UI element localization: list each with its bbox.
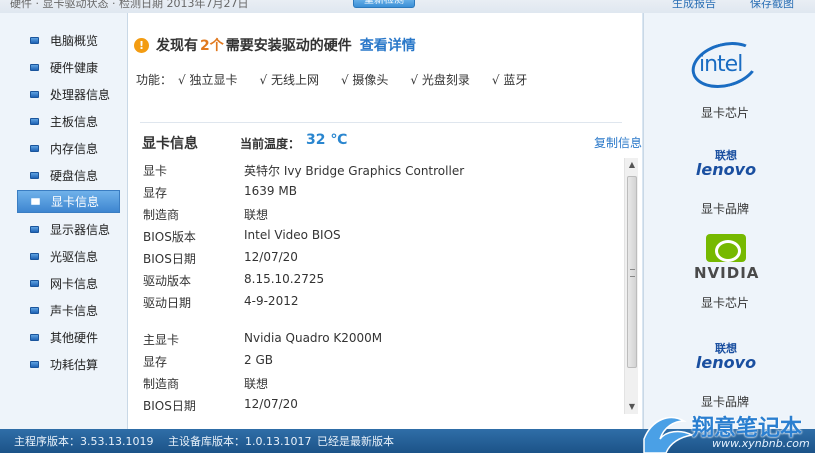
program-version: 主程序版本：3.53.13.1019 — [14, 435, 154, 448]
sidebar-item-gpu[interactable]: 显卡信息 — [17, 190, 120, 213]
nvidia-eye-icon — [706, 234, 746, 262]
bullet-icon — [30, 37, 39, 44]
lenovo-logo: 联想 lenovo — [695, 149, 757, 179]
table-row: 驱动版本 8.15.10.2725 — [143, 272, 325, 288]
sidebar-item-other[interactable]: 其他硬件 — [17, 326, 120, 349]
gpu-card-header: 显卡信息 当前温度： 32 ℃ 复制信息 — [142, 131, 642, 153]
gpu-info-list: 显卡 英特尔 Ivy Bridge Graphics Controller 显存 1… — [140, 156, 625, 416]
recheck-button[interactable]: 重新检测 — [353, 0, 415, 8]
sidebar-item-optical[interactable]: 光驱信息 — [17, 245, 120, 268]
info-scrollbar[interactable]: ▲ ▼ — [624, 158, 638, 414]
table-row: 制造商 联想 — [143, 377, 269, 391]
bullet-icon — [30, 118, 39, 125]
nvidia-logo: NVIDIA — [694, 264, 760, 282]
scroll-down-icon[interactable]: ▼ — [625, 400, 639, 414]
sidebar-item-cpu[interactable]: 处理器信息 — [17, 83, 120, 106]
bullet-icon — [30, 253, 39, 260]
table-row: 显存 2 GB — [143, 353, 273, 369]
grip-icon — [630, 269, 635, 277]
update-status: 已经是最新版本 — [317, 435, 394, 448]
top-strip: 硬件 · 显卡驱动状态 · 检测日期 2013年7月27日 重新检测 生成报告 … — [0, 0, 815, 13]
intel-logo: intel — [699, 52, 743, 77]
table-row: 驱动日期 4-9-2012 — [143, 294, 299, 310]
lenovo-logo: 联想 lenovo — [695, 342, 757, 372]
feature-item: √ 摄像头 — [340, 73, 389, 87]
temperature-label: 当前温度： — [240, 137, 301, 151]
bullet-icon — [30, 172, 39, 179]
sidebar-item-disk[interactable]: 硬盘信息 — [17, 164, 120, 187]
feature-item: √ 光盘刻录 — [410, 73, 470, 87]
table-row: 制造商 联想 — [143, 208, 269, 222]
feature-item: √ 蓝牙 — [491, 73, 528, 87]
main-panel: ! 发现有 2个 需要安装驱动的硬件 查看详情 功能： √ 独立显卡 √ 无线上… — [128, 13, 642, 429]
table-row: BIOS日期 12/07/20 — [143, 397, 298, 413]
alert-count: 2个 — [200, 38, 224, 54]
bullet-icon — [31, 198, 40, 205]
warning-icon: ! — [134, 37, 149, 53]
bullet-icon — [30, 334, 39, 341]
bullet-icon — [30, 91, 39, 98]
scroll-up-icon[interactable]: ▲ — [625, 158, 639, 172]
feature-list: 功能： √ 独立显卡 √ 无线上网 √ 摄像头 √ 光盘刻录 √ 蓝牙 — [136, 71, 549, 88]
bullet-icon — [30, 226, 39, 233]
watermark-wave-icon — [643, 416, 695, 453]
sidebar: 电脑概览 硬件健康 处理器信息 主板信息 内存信息 硬盘信息 显卡信息 显示器信… — [0, 13, 128, 429]
view-details-link[interactable]: 查看详情 — [360, 35, 416, 55]
table-row: 显存 1639 MB — [143, 184, 297, 200]
watermark-url: www.xynbnb.com — [712, 437, 810, 450]
table-row: BIOS日期 12/07/20 — [143, 250, 298, 266]
sidebar-item-monitor[interactable]: 显示器信息 — [17, 218, 120, 241]
table-row: 显卡 英特尔 Ivy Bridge Graphics Controller — [143, 164, 465, 178]
feature-item: √ 无线上网 — [259, 73, 319, 87]
sidebar-item-health[interactable]: 硬件健康 — [17, 56, 120, 79]
brand-label: 显卡芯片 — [700, 106, 749, 120]
scroll-thumb[interactable] — [627, 176, 637, 368]
top-strip-text: 硬件 · 显卡驱动状态 · 检测日期 2013年7月27日 — [10, 0, 249, 10]
brand-label: 显卡品牌 — [700, 202, 749, 216]
sidebar-item-network[interactable]: 网卡信息 — [17, 272, 120, 295]
sidebar-item-motherboard[interactable]: 主板信息 — [17, 110, 120, 133]
device-db-version: 主设备库版本：1.0.13.1017 — [168, 435, 312, 448]
bullet-icon — [30, 145, 39, 152]
bullet-icon — [30, 64, 39, 71]
report-link[interactable]: 生成报告 — [672, 0, 716, 11]
driver-alert: ! 发现有 2个 需要安装驱动的硬件 查看详情 — [134, 35, 416, 55]
brand-label: 显卡品牌 — [700, 395, 749, 409]
brand-label: 显卡芯片 — [700, 296, 749, 310]
sidebar-item-sound[interactable]: 声卡信息 — [17, 299, 120, 322]
feature-label: 功能： — [136, 73, 173, 87]
bullet-icon — [30, 307, 39, 314]
table-row: 主显卡 Nvidia Quadro K2000M — [143, 331, 383, 347]
gpu-card-title: 显卡信息 — [142, 136, 198, 152]
brand-panel: intel 显卡芯片 联想 lenovo 显卡品牌 NVIDIA 显卡芯片 联想… — [643, 13, 815, 429]
bullet-icon — [30, 280, 39, 287]
screenshot-link[interactable]: 保存截图 — [750, 0, 794, 11]
sidebar-item-memory[interactable]: 内存信息 — [17, 137, 120, 160]
feature-item: √ 独立显卡 — [178, 73, 238, 87]
sidebar-item-power[interactable]: 功耗估算 — [17, 353, 120, 376]
alert-suffix: 需要安装驱动的硬件 — [225, 38, 352, 54]
table-row: BIOS版本 Intel Video BIOS — [143, 228, 341, 244]
alert-prefix: 发现有 — [156, 38, 198, 54]
temperature-value: 32 ℃ — [306, 132, 348, 148]
divider — [140, 122, 622, 123]
copy-info-link[interactable]: 复制信息 — [594, 134, 642, 151]
sidebar-item-overview[interactable]: 电脑概览 — [17, 29, 120, 52]
bullet-icon — [30, 361, 39, 368]
